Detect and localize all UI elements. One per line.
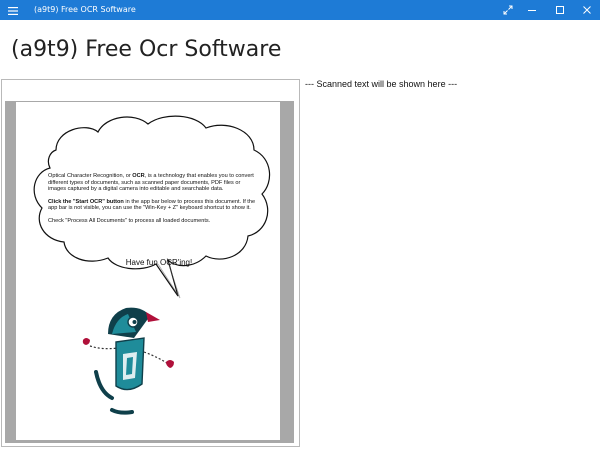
document-paragraph-2: Click the "Start OCR" button in the app … xyxy=(48,198,256,212)
close-button[interactable] xyxy=(573,0,600,20)
minimize-icon xyxy=(528,10,536,11)
scanned-text-output[interactable]: --- Scanned text will be shown here --- xyxy=(305,78,457,90)
minimize-button[interactable] xyxy=(518,0,546,20)
maximize-button[interactable] xyxy=(546,0,574,20)
document-text: Optical Character Recognition, or OCR, i… xyxy=(48,173,256,231)
maximize-icon xyxy=(556,6,564,14)
close-icon xyxy=(583,6,591,14)
document-paragraph-3: Check "Process All Documents" to process… xyxy=(48,217,211,224)
speech-bubble-illustration xyxy=(33,115,271,415)
hamburger-icon[interactable] xyxy=(6,3,20,17)
document-tagline: Have fun OCR'ing! xyxy=(125,258,193,267)
document-page: Optical Character Recognition, or OCR, i… xyxy=(16,102,280,440)
page-title: (a9t9) Free Ocr Software xyxy=(11,37,282,62)
title-bar: (a9t9) Free OCR Software xyxy=(0,0,600,20)
document-preview[interactable]: Optical Character Recognition, or OCR, i… xyxy=(1,79,300,447)
window-title: (a9t9) Free OCR Software xyxy=(34,5,136,14)
document-paragraph-1: Optical Character Recognition, or OCR, i… xyxy=(48,173,254,193)
expand-icon xyxy=(503,5,513,15)
